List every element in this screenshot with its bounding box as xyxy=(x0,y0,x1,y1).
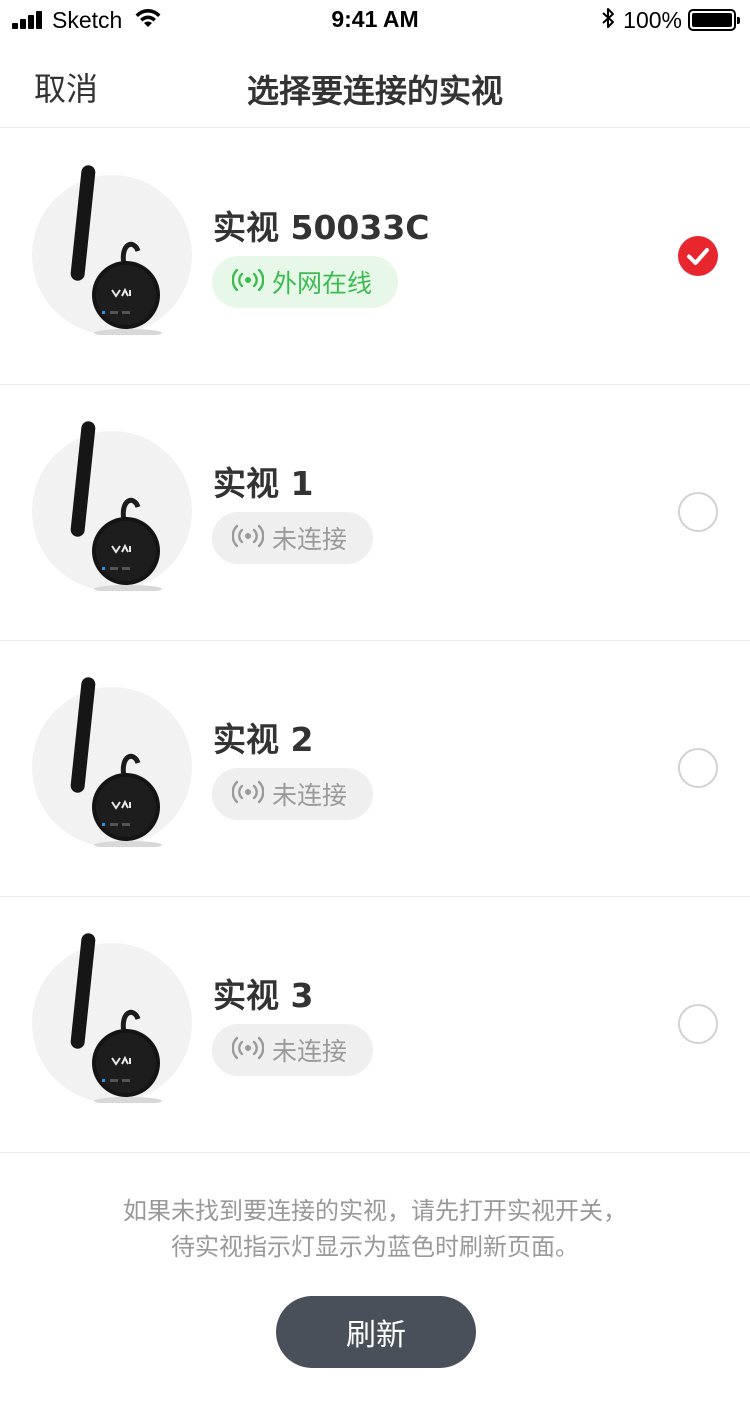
device-row[interactable]: 实视 2 未连接 xyxy=(0,641,750,897)
connection-status-badge: 未连接 xyxy=(212,1024,374,1076)
device-name: 实视 1 xyxy=(213,464,314,503)
device-row[interactable]: 实视 50033C 外网在线 xyxy=(0,129,750,385)
help-hint-line-1: 如果未找到要连接的实视，请先打开实视开关， xyxy=(123,1197,627,1225)
select-radio[interactable] xyxy=(678,236,718,276)
device-thumbnail xyxy=(32,421,192,591)
connection-status-text: 未连接 xyxy=(272,781,348,810)
device-image xyxy=(70,421,162,591)
device-row[interactable]: 实视 3 未连接 xyxy=(0,897,750,1153)
checkmark-icon xyxy=(687,248,709,265)
device-thumbnail xyxy=(32,165,192,335)
select-radio[interactable] xyxy=(678,748,718,788)
connection-status-text: 未连接 xyxy=(272,1037,348,1066)
broadcast-signal-icon xyxy=(231,524,265,553)
device-image xyxy=(70,933,162,1103)
status-bar: Sketch 9:41 AM 100% xyxy=(0,0,750,40)
broadcast-signal-icon xyxy=(231,1036,265,1065)
battery-percentage: 100% xyxy=(623,6,682,33)
device-image xyxy=(70,677,162,847)
connection-status-badge: 未连接 xyxy=(212,512,374,564)
device-name: 实视 3 xyxy=(213,976,314,1015)
nav-bar: 取消 选择要连接的实视 xyxy=(0,40,750,128)
connection-status-badge: 未连接 xyxy=(212,768,374,820)
status-bar-right: 100% xyxy=(601,6,740,33)
broadcast-signal-icon xyxy=(231,268,265,297)
device-image xyxy=(70,165,162,335)
broadcast-signal-icon xyxy=(231,780,265,809)
refresh-button[interactable]: 刷新 xyxy=(276,1296,476,1368)
device-list: 实视 50033C 外网在线 实视 1 未连接 实视 2 未连接 实视 3 未连… xyxy=(0,129,750,1153)
help-hint: 如果未找到要连接的实视，请先打开实视开关， 待实视指示灯显示为蓝色时刷新页面。 xyxy=(0,1193,750,1265)
device-thumbnail xyxy=(32,677,192,847)
device-thumbnail xyxy=(32,933,192,1103)
bluetooth-icon xyxy=(601,7,615,33)
device-name: 实视 2 xyxy=(213,720,314,759)
select-radio[interactable] xyxy=(678,492,718,532)
device-name: 实视 50033C xyxy=(213,208,430,247)
battery-fill xyxy=(692,13,732,27)
page-title: 选择要连接的实视 xyxy=(246,72,503,110)
connection-status-text: 未连接 xyxy=(272,525,348,554)
battery-icon xyxy=(688,9,740,31)
help-hint-line-2: 待实视指示灯显示为蓝色时刷新页面。 xyxy=(171,1233,579,1261)
device-row[interactable]: 实视 1 未连接 xyxy=(0,385,750,641)
connection-status-text: 外网在线 xyxy=(272,269,373,298)
select-radio[interactable] xyxy=(678,1004,718,1044)
connection-status-badge: 外网在线 xyxy=(212,256,399,308)
